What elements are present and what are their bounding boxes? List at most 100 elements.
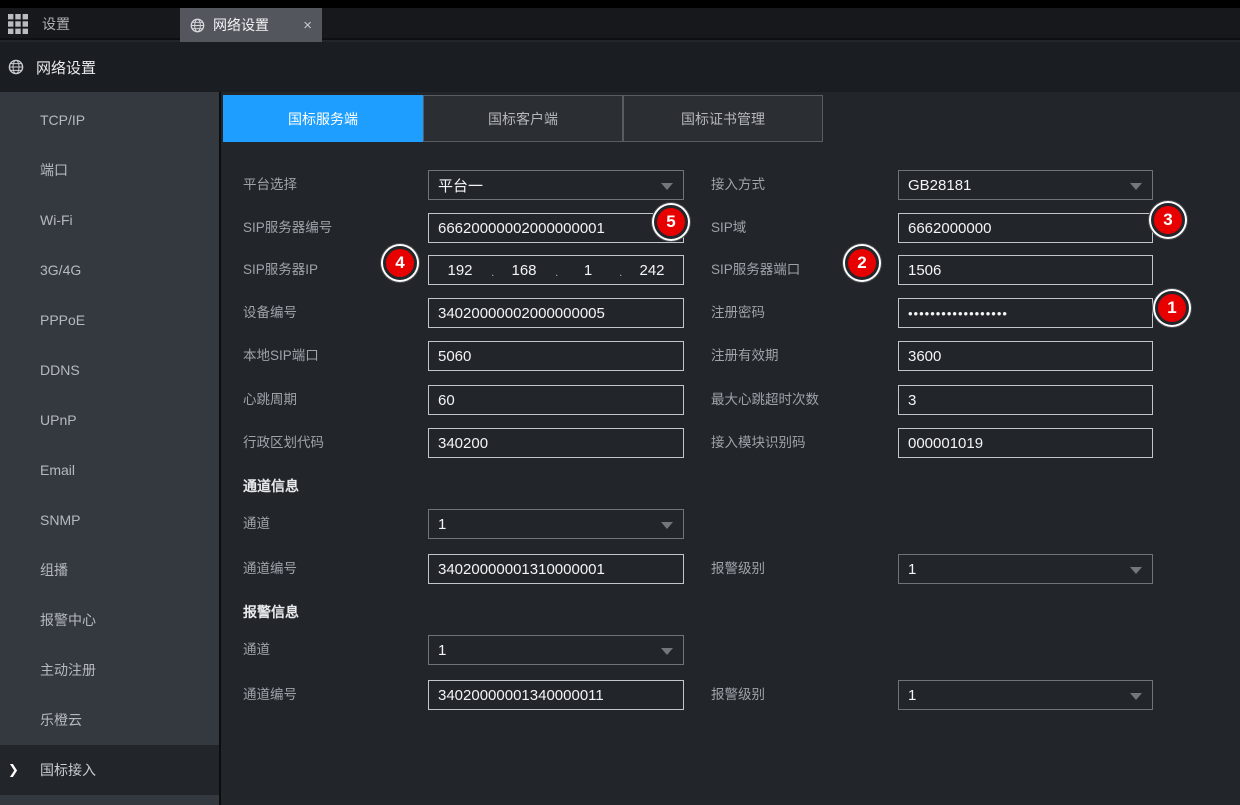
window-tab-settings[interactable]: 设置 (0, 8, 176, 40)
channel-id-label: 通道编号 (243, 554, 297, 584)
alarm-level-select-2[interactable]: 1 (898, 680, 1153, 710)
tab-gb-cert-management[interactable]: 国标证书管理 (623, 95, 823, 142)
access-type-select[interactable]: GB28181 (898, 170, 1153, 200)
sidebar-item-alarm-center[interactable]: 报警中心 (0, 595, 219, 645)
sidebar-item-port[interactable]: 端口 (0, 145, 219, 195)
alarm-channel-id-input[interactable] (428, 680, 684, 710)
page-title: 网络设置 (36, 57, 96, 78)
sip-domain-input[interactable] (898, 213, 1153, 243)
sidebar: TCP/IP 端口 Wi-Fi 3G/4G PPPoE DDNS UPnP Em… (0, 92, 221, 805)
sip-server-id-input[interactable] (428, 213, 684, 243)
main-content: 国标服务端 国标客户端 国标证书管理 平台选择 平台一 接入方式 GB28181… (222, 92, 1240, 805)
channel-label: 通道 (243, 509, 270, 539)
chevron-down-icon (661, 522, 673, 529)
ip-octet-4[interactable]: 242 (621, 262, 683, 279)
register-valid-label: 注册有效期 (711, 341, 779, 371)
chevron-down-icon (661, 183, 673, 190)
alarm-level-label-2: 报警级别 (711, 680, 765, 710)
selected-value: GB28181 (908, 177, 971, 194)
sidebar-item-tcpip[interactable]: TCP/IP (0, 95, 219, 145)
alarm-channel-id-label: 通道编号 (243, 680, 297, 710)
platform-label: 平台选择 (243, 170, 297, 200)
content-tabs: 国标服务端 国标客户端 国标证书管理 (223, 95, 823, 142)
sidebar-item-lechange[interactable]: 乐橙云 (0, 695, 219, 745)
sidebar-item-email[interactable]: Email (0, 445, 219, 495)
chevron-down-icon (1130, 183, 1142, 190)
local-sip-port-input[interactable] (428, 341, 684, 371)
app-window: 设置 网络设置 × 网络设置 TCP/IP 端口 Wi (0, 0, 1240, 805)
alarm-level-select[interactable]: 1 (898, 554, 1153, 584)
heartbeat-label: 心跳周期 (243, 385, 297, 415)
platform-select[interactable]: 平台一 (428, 170, 684, 200)
alarm-level-label: 报警级别 (711, 554, 765, 584)
chevron-down-icon (1130, 567, 1142, 574)
sidebar-item-multicast[interactable]: 组播 (0, 545, 219, 595)
access-type-label: 接入方式 (711, 170, 765, 200)
page-header: 网络设置 (0, 42, 1240, 92)
selected-value: 1 (438, 642, 446, 659)
max-heartbeat-label: 最大心跳超时次数 (711, 385, 819, 415)
sidebar-item-upnp[interactable]: UPnP (0, 395, 219, 445)
selected-value: 平台一 (438, 175, 483, 196)
sidebar-item-gb28181[interactable]: ❯ 国标接入 (0, 745, 219, 795)
admin-code-input[interactable] (428, 428, 684, 458)
local-sip-port-label: 本地SIP端口 (243, 341, 319, 371)
sip-server-port-label: SIP服务器端口 (711, 255, 800, 285)
max-heartbeat-input[interactable] (898, 385, 1153, 415)
sidebar-item-pppoe[interactable]: PPPoE (0, 295, 219, 345)
sip-domain-label: SIP域 (711, 213, 746, 243)
heartbeat-input[interactable] (428, 385, 684, 415)
channel-info-title: 通道信息 (243, 476, 299, 496)
window-tab-label: 网络设置 (213, 15, 269, 35)
access-module-label: 接入模块识别码 (711, 428, 806, 458)
ip-octet-2[interactable]: 168 (493, 262, 555, 279)
ip-octet-1[interactable]: 192 (429, 262, 491, 279)
access-module-input[interactable] (898, 428, 1153, 458)
selected-value: 1 (438, 516, 446, 533)
sidebar-item-3g4g[interactable]: 3G/4G (0, 245, 219, 295)
sip-server-ip-label: SIP服务器IP (243, 255, 318, 285)
selected-value: 1 (908, 561, 916, 578)
sip-server-ip-input[interactable]: 192 . 168 . 1 . 242 (428, 255, 684, 285)
alarm-channel-label: 通道 (243, 635, 270, 665)
ip-dot: . (619, 265, 621, 279)
window-tab-label: 设置 (42, 14, 70, 34)
channel-id-input[interactable] (428, 554, 684, 584)
chevron-down-icon (661, 648, 673, 655)
top-strip (0, 0, 1240, 8)
sidebar-item-auto-register[interactable]: 主动注册 (0, 645, 219, 695)
selected-value: 1 (908, 687, 916, 704)
annotation-badge-2: 2 (845, 246, 879, 280)
channel-select[interactable]: 1 (428, 509, 684, 539)
tab-gb-client[interactable]: 国标客户端 (423, 95, 623, 142)
globe-icon (190, 18, 205, 33)
register-valid-input[interactable] (898, 341, 1153, 371)
alarm-info-title: 报警信息 (243, 602, 299, 622)
sip-server-id-label: SIP服务器编号 (243, 213, 332, 243)
annotation-badge-4: 4 (383, 246, 417, 280)
ip-dot: . (555, 265, 557, 279)
annotation-badge-3: 3 (1151, 203, 1185, 237)
sidebar-item-snmp[interactable]: SNMP (0, 495, 219, 545)
alarm-channel-select[interactable]: 1 (428, 635, 684, 665)
annotation-badge-1: 1 (1155, 291, 1189, 325)
window-tab-network-settings[interactable]: 网络设置 × (180, 8, 322, 42)
close-icon[interactable]: × (303, 18, 312, 33)
register-password-label: 注册密码 (711, 298, 765, 328)
sip-server-port-input[interactable] (898, 255, 1153, 285)
chevron-down-icon (1130, 693, 1142, 700)
window-tab-bar: 设置 网络设置 × (0, 8, 1240, 40)
chevron-right-icon: ❯ (8, 745, 19, 795)
sidebar-item-label: 国标接入 (40, 762, 96, 778)
tab-gb-server[interactable]: 国标服务端 (223, 95, 423, 142)
admin-code-label: 行政区划代码 (243, 428, 324, 458)
device-id-label: 设备编号 (243, 298, 297, 328)
register-password-input[interactable] (898, 298, 1153, 328)
device-id-input[interactable] (428, 298, 684, 328)
sidebar-item-ddns[interactable]: DDNS (0, 345, 219, 395)
sidebar-item-wifi[interactable]: Wi-Fi (0, 195, 219, 245)
ip-dot: . (491, 265, 493, 279)
grid-menu-icon[interactable] (8, 14, 28, 34)
annotation-badge-5: 5 (654, 205, 688, 239)
ip-octet-3[interactable]: 1 (557, 262, 619, 279)
